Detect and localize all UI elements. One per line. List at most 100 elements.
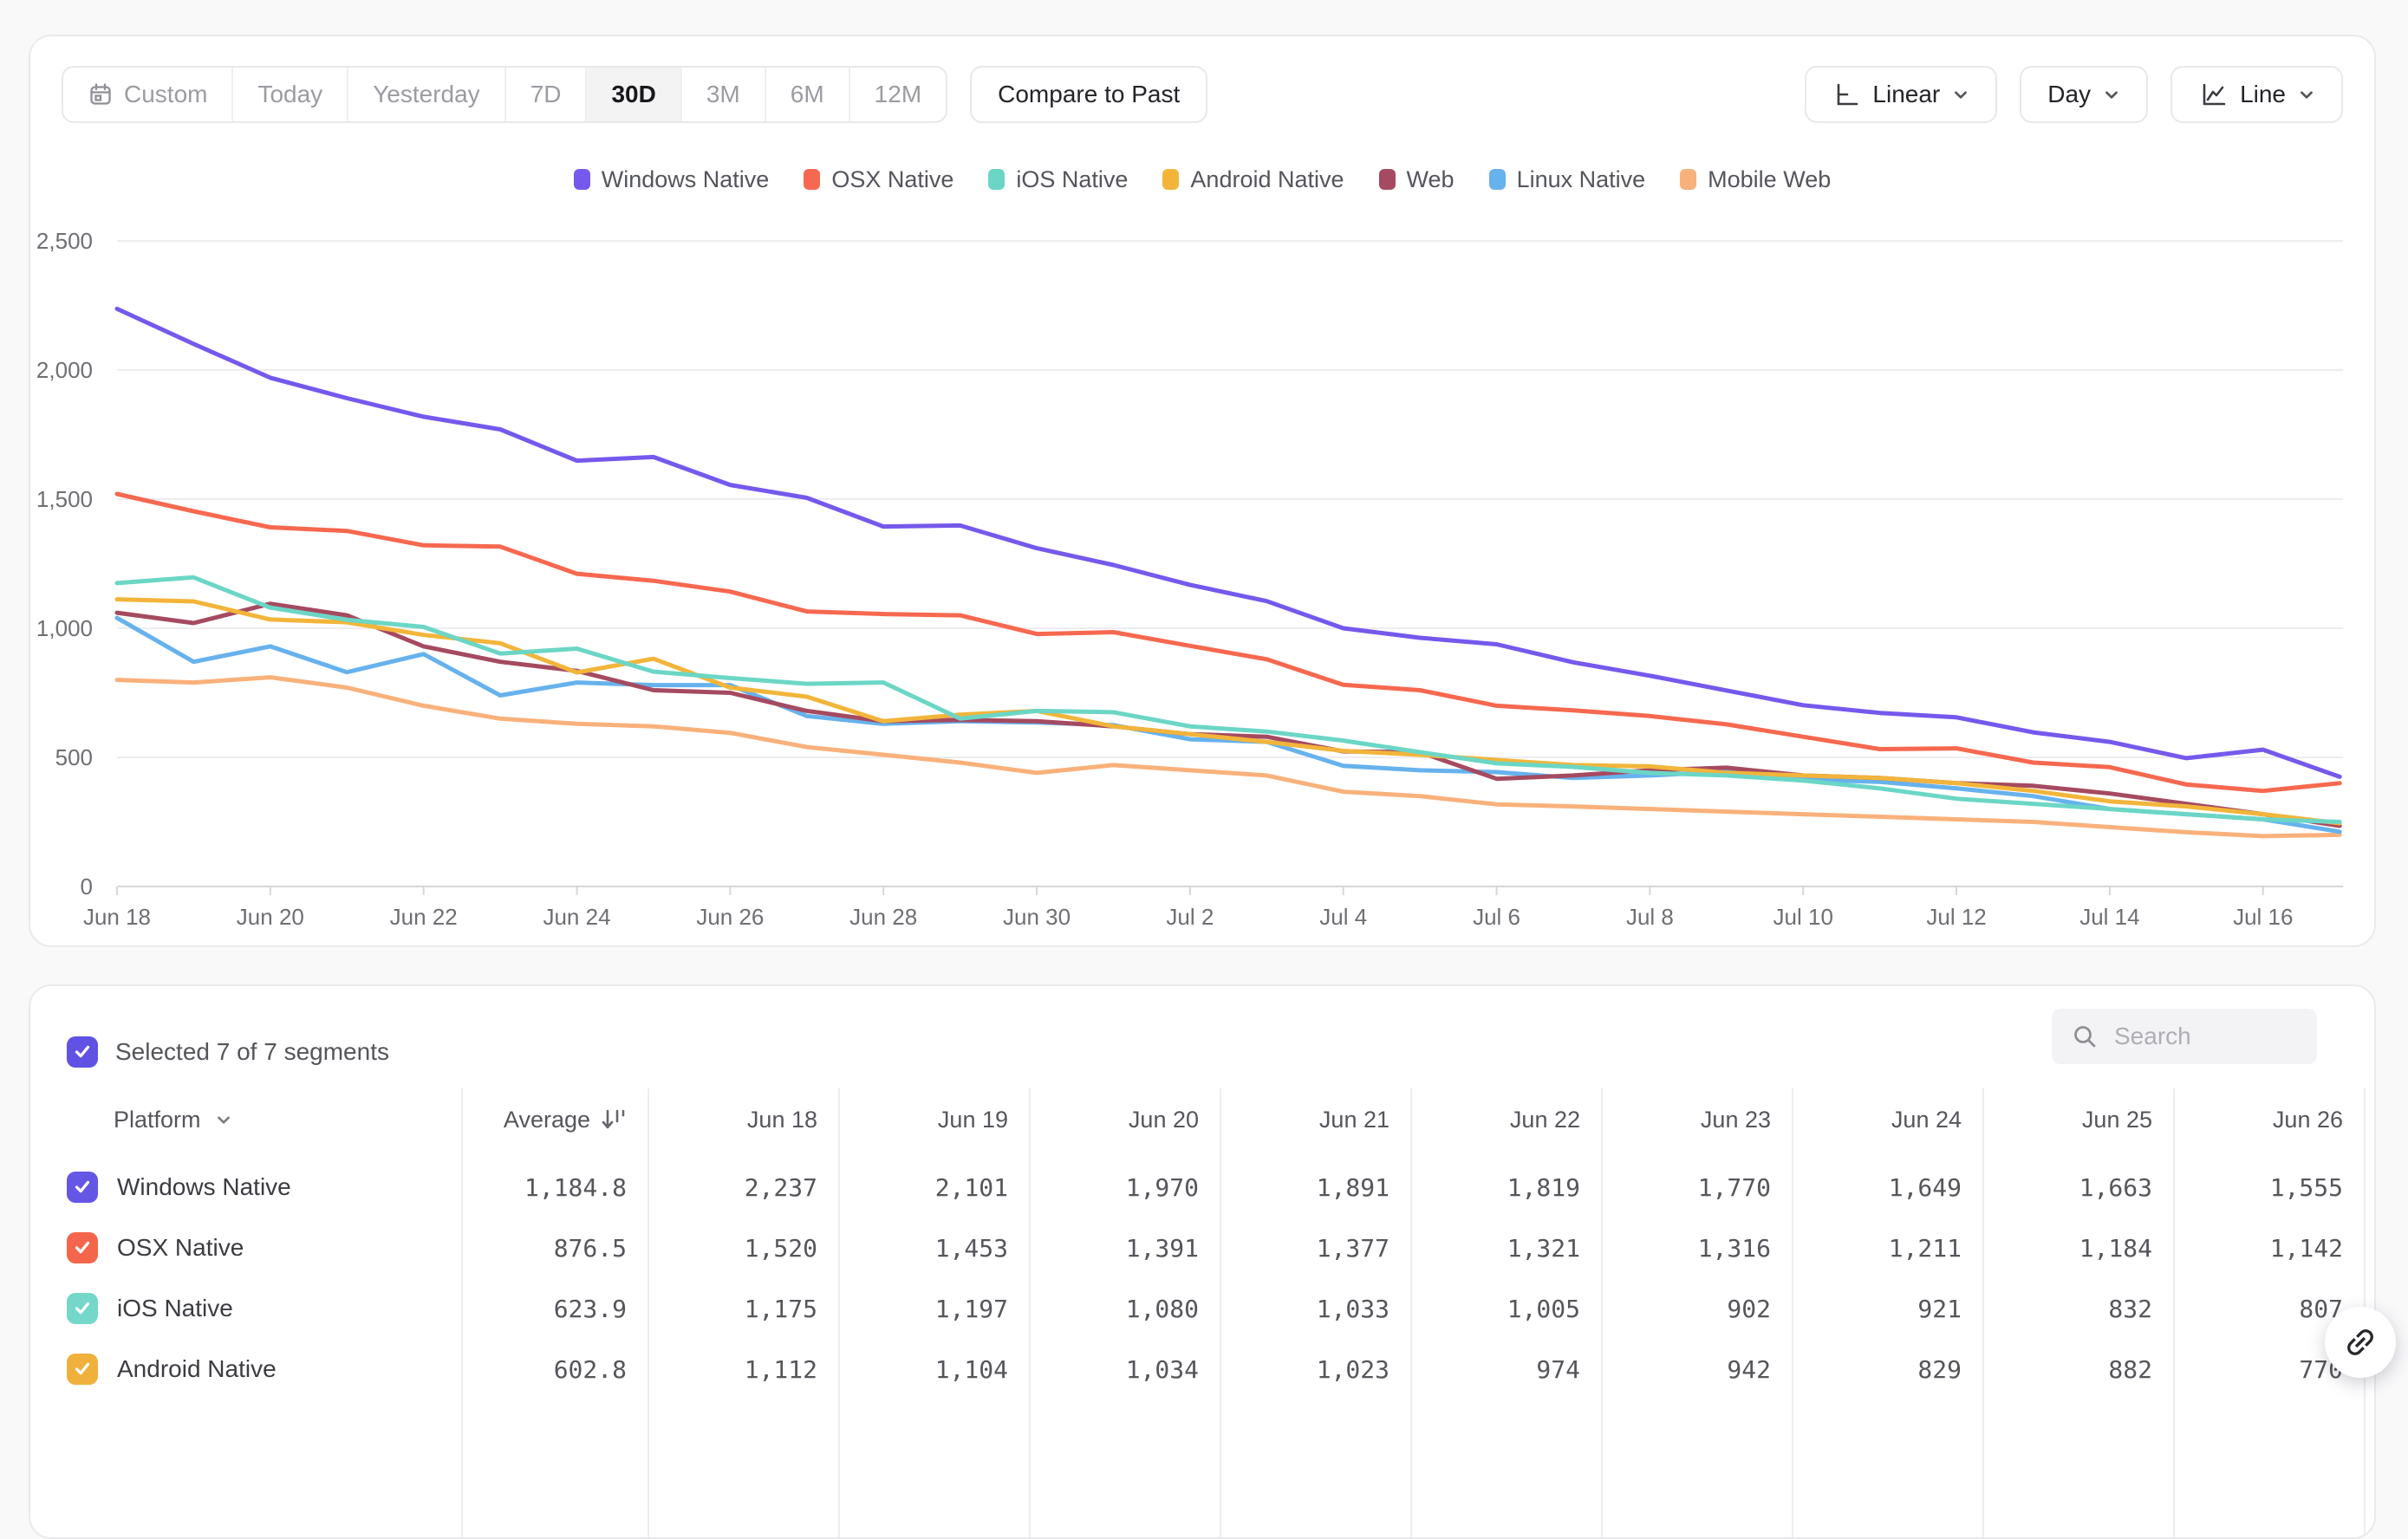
column-header-jun-20[interactable]: Jun 20 xyxy=(1029,1107,1220,1133)
value-cell: 1,005 xyxy=(1410,1295,1601,1323)
legend-swatch xyxy=(1162,169,1179,190)
column-header-jun-26[interactable]: Jun 26 xyxy=(2173,1107,2364,1133)
legend-item-windows-native[interactable]: Windows Native xyxy=(574,166,770,193)
range-label: 3M xyxy=(706,81,740,108)
y-axis-tick-label: 2,500 xyxy=(36,228,93,254)
table-row-osx-native: OSX Native876.51,5201,4531,3911,3771,321… xyxy=(30,1218,2364,1278)
value-cell: 602.8 xyxy=(461,1355,648,1384)
chart-type-dropdown[interactable]: Line xyxy=(2170,66,2343,123)
column-header-label: Jun 18 xyxy=(747,1107,817,1133)
column-separator xyxy=(1982,1088,1984,1537)
value-cell: 1,034 xyxy=(1029,1355,1220,1384)
segment-cell: Android Native xyxy=(30,1354,461,1385)
segment-checkbox[interactable] xyxy=(67,1354,98,1385)
value-cell: 1,520 xyxy=(648,1234,838,1263)
column-header-jun-19[interactable]: Jun 19 xyxy=(838,1107,1029,1133)
column-header-label: Jun 24 xyxy=(1891,1107,1962,1133)
legend-item-osx-native[interactable]: OSX Native xyxy=(804,166,953,193)
column-header-label: Platform xyxy=(114,1107,201,1133)
segment-cell: iOS Native xyxy=(30,1293,461,1324)
scale-dropdown[interactable]: Linear xyxy=(1805,66,1997,123)
range-7d[interactable]: 7D xyxy=(506,68,588,121)
segment-checkbox[interactable] xyxy=(67,1232,98,1263)
x-axis-tick-label: Jun 20 xyxy=(237,904,304,930)
range-3m[interactable]: 3M xyxy=(682,68,766,121)
value-cell: 1,663 xyxy=(1982,1173,2173,1202)
segment-cell: Windows Native xyxy=(30,1172,461,1203)
value-cell: 921 xyxy=(1792,1295,1982,1323)
column-header-jun-23[interactable]: Jun 23 xyxy=(1601,1107,1792,1133)
y-axis-tick-label: 1,000 xyxy=(36,615,93,641)
legend-item-web[interactable]: Web xyxy=(1379,166,1455,193)
selected-summary: Selected 7 of 7 segments xyxy=(115,1038,389,1066)
segment-checkbox[interactable] xyxy=(67,1293,98,1324)
calendar-icon xyxy=(88,81,114,107)
range-today[interactable]: Today xyxy=(233,68,348,121)
value-cell: 832 xyxy=(1982,1295,2173,1323)
x-axis-tick-label: Jun 18 xyxy=(83,904,151,930)
legend-item-mobile-web[interactable]: Mobile Web xyxy=(1680,166,1831,193)
range-label: 12M xyxy=(875,81,921,108)
series-line-windows-native[interactable] xyxy=(117,308,2340,776)
line-chart-icon xyxy=(2198,81,2228,108)
value-cell: 1,184.8 xyxy=(461,1173,648,1202)
chevron-down-icon xyxy=(2103,86,2120,103)
search-icon xyxy=(2071,1023,2099,1050)
interval-dropdown[interactable]: Day xyxy=(2020,66,2148,123)
legend-item-ios-native[interactable]: iOS Native xyxy=(988,166,1128,193)
column-header-label: Jun 26 xyxy=(2273,1107,2343,1133)
legend-label: Web xyxy=(1407,166,1455,193)
column-separator xyxy=(1792,1088,1793,1537)
column-header-jun-25[interactable]: Jun 25 xyxy=(1982,1107,2173,1133)
legend-swatch xyxy=(804,169,820,190)
select-all-checkbox[interactable] xyxy=(67,1036,98,1068)
compare-to-past-button[interactable]: Compare to Past xyxy=(970,66,1207,123)
column-header-average[interactable]: Average xyxy=(461,1107,648,1133)
column-separator xyxy=(838,1088,840,1537)
column-header-label: Jun 21 xyxy=(1319,1107,1389,1133)
column-header-jun-22[interactable]: Jun 22 xyxy=(1410,1107,1601,1133)
range-30d[interactable]: 30D xyxy=(587,68,681,121)
column-header-jun-21[interactable]: Jun 21 xyxy=(1220,1107,1410,1133)
y-axis-tick-label: 500 xyxy=(55,744,93,770)
range-custom[interactable]: Custom xyxy=(63,68,233,121)
chevron-down-icon xyxy=(2298,86,2315,103)
share-link-button[interactable] xyxy=(2325,1307,2396,1378)
series-line-osx-native[interactable] xyxy=(117,494,2340,791)
legend-swatch xyxy=(1489,169,1506,190)
range-label: 7D xyxy=(530,81,562,108)
x-axis-tick-label: Jul 6 xyxy=(1473,904,1520,930)
x-axis-tick-label: Jul 10 xyxy=(1773,904,1833,930)
legend-item-android-native[interactable]: Android Native xyxy=(1162,166,1344,193)
legend-label: Linux Native xyxy=(1517,166,1646,193)
chart-toolbar: CustomTodayYesterday 7D 30D 3M 6M 12M Compare… xyxy=(62,66,2343,123)
column-header-jun-18[interactable]: Jun 18 xyxy=(648,1107,838,1133)
checkmark-icon xyxy=(72,1042,93,1062)
value-cell: 1,770 xyxy=(1601,1173,1792,1202)
range-12m[interactable]: 12M xyxy=(850,68,946,121)
value-cell: 1,142 xyxy=(2173,1234,2364,1263)
column-separator xyxy=(2173,1088,2175,1537)
legend-item-linux-native[interactable]: Linux Native xyxy=(1489,166,1646,193)
segment-checkbox[interactable] xyxy=(67,1172,98,1203)
checkmark-icon xyxy=(72,1298,93,1319)
date-range-control: CustomTodayYesterday 7D 30D 3M 6M 12M xyxy=(62,66,947,123)
value-cell: 1,104 xyxy=(838,1355,1029,1384)
value-cell: 2,237 xyxy=(648,1173,838,1202)
column-header-platform[interactable]: Platform xyxy=(30,1107,461,1133)
value-cell: 1,891 xyxy=(1220,1173,1410,1202)
legend-label: Android Native xyxy=(1190,166,1344,193)
column-header-jun-24[interactable]: Jun 24 xyxy=(1792,1107,1982,1133)
value-cell: 1,211 xyxy=(1792,1234,1982,1263)
value-cell: 1,970 xyxy=(1029,1173,1220,1202)
link-icon xyxy=(2342,1324,2379,1360)
range-yesterday[interactable]: Yesterday xyxy=(348,68,506,121)
x-axis-tick-label: Jul 2 xyxy=(1166,904,1214,930)
x-axis-tick-label: Jul 4 xyxy=(1319,904,1367,930)
chart-legend: Windows Native OSX Native iOS Native Androi… xyxy=(30,165,2374,194)
search-input[interactable] xyxy=(2112,1022,2298,1051)
range-6m[interactable]: 6M xyxy=(766,68,850,121)
checkmark-icon xyxy=(72,1237,93,1258)
value-cell: 1,819 xyxy=(1410,1173,1601,1202)
value-cell: 902 xyxy=(1601,1295,1792,1323)
